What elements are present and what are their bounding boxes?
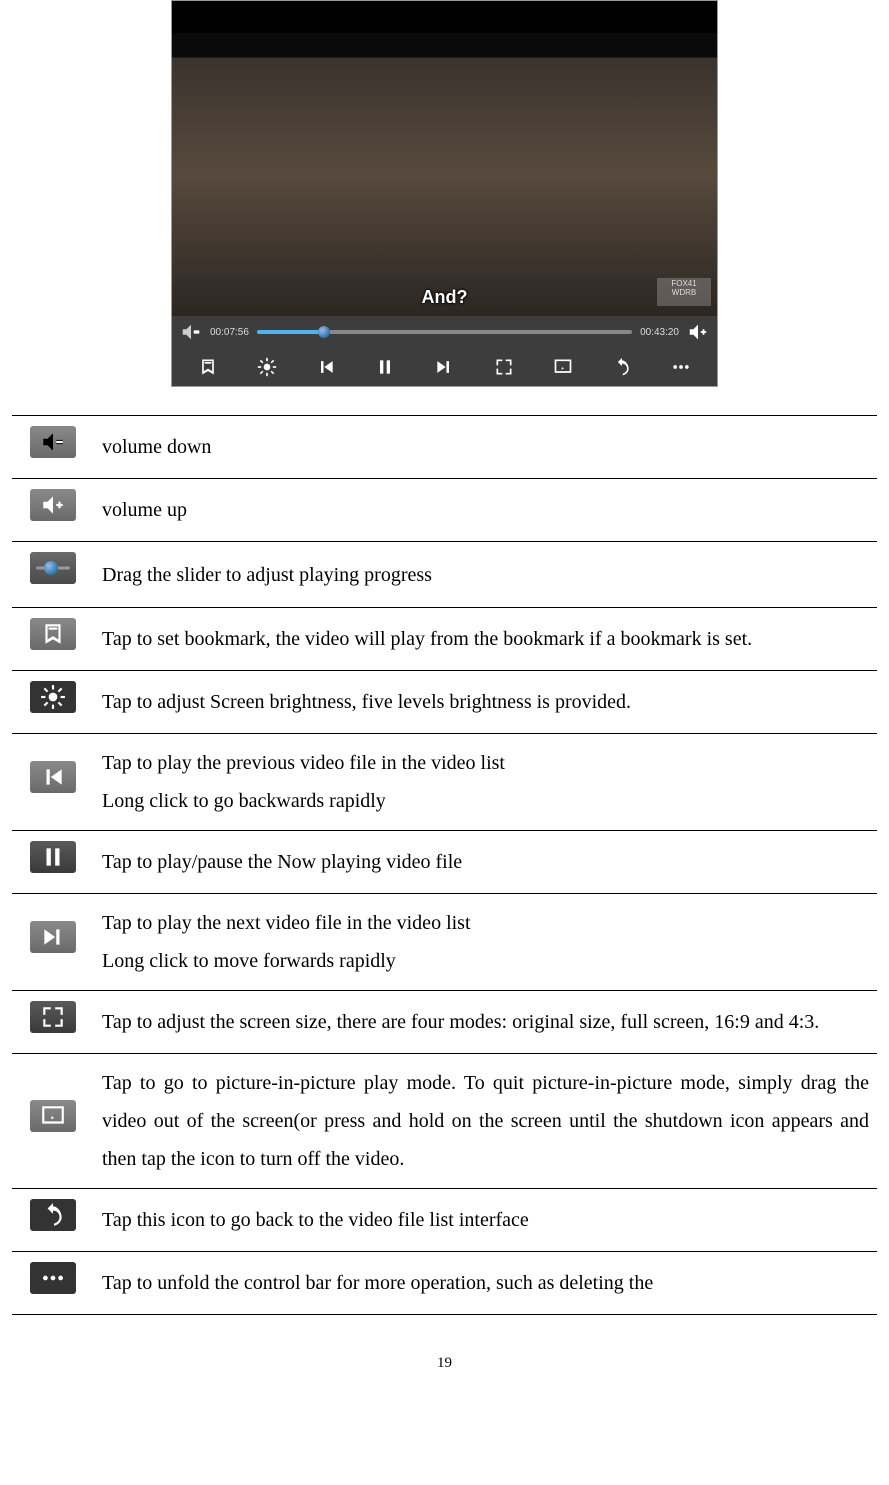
- back-to-list-icon: [30, 1199, 76, 1231]
- page-number: 19: [12, 1355, 877, 1372]
- document-page: And? FOX41 WDRB 00:07:56 00:43:20: [0, 0, 889, 1412]
- legend-icon-cell: [12, 1054, 94, 1189]
- progress-track[interactable]: [257, 330, 632, 334]
- legend-row: Tap to adjust the screen size, there are…: [12, 991, 877, 1054]
- more-icon[interactable]: [666, 354, 696, 380]
- letterbox: [172, 1, 717, 33]
- legend-icon-cell: [12, 1252, 94, 1315]
- pip-icon[interactable]: [548, 354, 578, 380]
- legend-row: Tap to set bookmark, the video will play…: [12, 608, 877, 671]
- legend-icon-cell: [12, 542, 94, 608]
- legend-desc: volume up: [94, 479, 877, 542]
- progress-slider-icon: [30, 552, 76, 584]
- play-pause-icon: [30, 841, 76, 873]
- next-track-icon: [30, 921, 76, 953]
- brightness-icon: [30, 681, 76, 713]
- legend-desc: volume down: [94, 416, 877, 479]
- brightness-icon[interactable]: [252, 354, 282, 380]
- previous-track-icon: [30, 761, 76, 793]
- legend-icon-cell: [12, 894, 94, 991]
- legend-desc: Tap to play the previous video file in t…: [94, 734, 877, 831]
- previous-track-icon[interactable]: [311, 354, 341, 380]
- player-toolbar: [172, 348, 717, 386]
- legend-desc: Tap to set bookmark, the video will play…: [94, 608, 877, 671]
- bookmark-icon[interactable]: [193, 354, 223, 380]
- legend-row: Tap this icon to go back to the video fi…: [12, 1189, 877, 1252]
- icon-legend-table: volume downvolume upDrag the slider to a…: [12, 415, 877, 1315]
- legend-row: volume up: [12, 479, 877, 542]
- legend-row: Drag the slider to adjust playing progre…: [12, 542, 877, 608]
- video-player-figure: And? FOX41 WDRB 00:07:56 00:43:20: [12, 0, 877, 387]
- time-current: 00:07:56: [210, 327, 249, 338]
- legend-desc: Tap this icon to go back to the video fi…: [94, 1189, 877, 1252]
- legend-icon-cell: [12, 734, 94, 831]
- video-frame: [172, 1, 717, 316]
- progress-bar-row: 00:07:56 00:43:20: [172, 316, 717, 348]
- next-track-icon[interactable]: [429, 354, 459, 380]
- legend-row: Tap to play the next video file in the v…: [12, 894, 877, 991]
- legend-icon-cell: [12, 416, 94, 479]
- legend-desc: Tap to adjust the screen size, there are…: [94, 991, 877, 1054]
- more-icon: [30, 1262, 76, 1294]
- volume-down-icon: [30, 426, 76, 458]
- progress-fill: [257, 330, 325, 334]
- time-total: 00:43:20: [640, 327, 679, 338]
- legend-icon-cell: [12, 608, 94, 671]
- volume-up-icon: [30, 489, 76, 521]
- volume-up-icon[interactable]: [687, 323, 709, 341]
- volume-down-icon[interactable]: [180, 323, 202, 341]
- legend-desc: Tap to play the next video file in the v…: [94, 894, 877, 991]
- video-player: And? FOX41 WDRB 00:07:56 00:43:20: [171, 0, 718, 387]
- legend-icon-cell: [12, 479, 94, 542]
- legend-desc: Tap to play/pause the Now playing video …: [94, 831, 877, 894]
- legend-row: Tap to play the previous video file in t…: [12, 734, 877, 831]
- play-pause-icon[interactable]: [370, 354, 400, 380]
- legend-row: Tap to play/pause the Now playing video …: [12, 831, 877, 894]
- legend-row: Tap to go to picture-in-picture play mod…: [12, 1054, 877, 1189]
- legend-desc: Tap to go to picture-in-picture play mod…: [94, 1054, 877, 1189]
- legend-row: Tap to unfold the control bar for more o…: [12, 1252, 877, 1315]
- screen-size-icon[interactable]: [489, 354, 519, 380]
- screen-size-icon: [30, 1001, 76, 1033]
- legend-icon-cell: [12, 671, 94, 734]
- bookmark-icon: [30, 618, 76, 650]
- legend-desc: Tap to unfold the control bar for more o…: [94, 1252, 877, 1315]
- progress-thumb[interactable]: [318, 326, 330, 338]
- legend-desc: Tap to adjust Screen brightness, five le…: [94, 671, 877, 734]
- back-to-list-icon[interactable]: [607, 354, 637, 380]
- pip-icon: [30, 1100, 76, 1132]
- legend-icon-cell: [12, 991, 94, 1054]
- legend-icon-cell: [12, 1189, 94, 1252]
- legend-row: Tap to adjust Screen brightness, five le…: [12, 671, 877, 734]
- legend-row: volume down: [12, 416, 877, 479]
- subtitle-text: And?: [172, 287, 717, 308]
- legend-icon-cell: [12, 831, 94, 894]
- legend-desc: Drag the slider to adjust playing progre…: [94, 542, 877, 608]
